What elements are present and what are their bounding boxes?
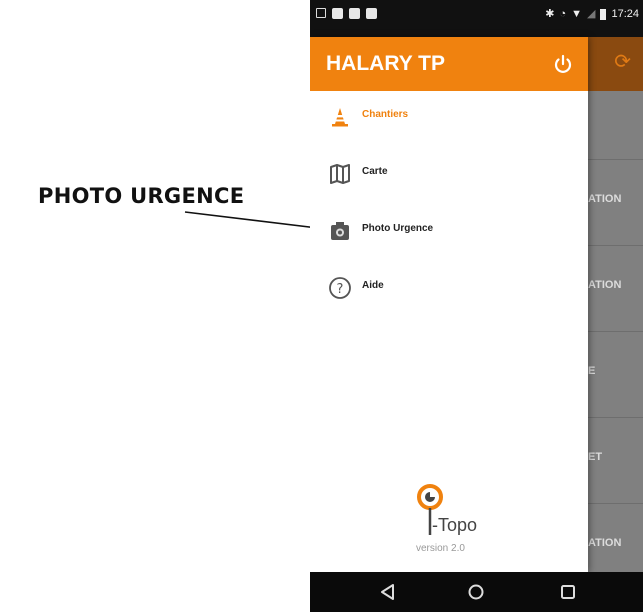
logo-name: i-Topo: [428, 515, 478, 535]
signal-icon: ◢: [587, 8, 596, 20]
menu-label-chantiers: Chantiers: [362, 109, 409, 120]
photo-icon: [349, 8, 360, 19]
logo-version: version 2.0: [416, 543, 465, 554]
alarm-icon: ◔: [559, 8, 567, 20]
home-icon[interactable]: [466, 582, 486, 602]
wifi-icon: ▼: [571, 8, 582, 20]
menu-label-carte: Carte: [362, 166, 388, 177]
drawer-title: HALARY TP: [326, 52, 446, 75]
help-icon: ?: [329, 277, 351, 299]
menu-item-carte[interactable]: Carte: [310, 152, 588, 196]
sync-icon[interactable]: ⟳: [614, 51, 631, 73]
menu-item-aide[interactable]: ? Aide: [310, 266, 588, 310]
menu-label-aide: Aide: [362, 280, 384, 291]
photo-icon: [332, 8, 343, 19]
battery-icon: [600, 8, 607, 20]
map-icon: [330, 164, 350, 184]
menu-item-photo-urgence[interactable]: Photo Urgence: [310, 209, 588, 253]
bluetooth-icon: ✱: [545, 8, 555, 20]
status-time: 17:24: [611, 8, 639, 20]
svg-text:?: ?: [337, 282, 344, 297]
navigation-drawer: HALARY TP Chantiers Carte Photo Urgence …: [310, 37, 588, 572]
traffic-cone-icon: [332, 108, 348, 127]
phone-screen: ✱ ◔ ▼ ◢ 17:24 ⟳ ATION ATION E ET ATION H…: [310, 0, 643, 612]
menu-label-photo-urgence: Photo Urgence: [362, 223, 434, 234]
power-icon[interactable]: [550, 51, 576, 77]
recents-icon[interactable]: [558, 582, 578, 602]
status-bar: ✱ ◔ ▼ ◢ 17:24: [310, 0, 643, 37]
gallery-icon: [316, 8, 326, 18]
menu-item-chantiers[interactable]: Chantiers: [310, 95, 588, 139]
back-icon[interactable]: [378, 582, 398, 602]
app-logo: i-Topo version 2.0: [400, 483, 510, 563]
system-nav-bar: [310, 572, 643, 612]
photo-icon: [366, 8, 377, 19]
camera-icon: [331, 222, 349, 240]
drawer-header: HALARY TP: [310, 37, 588, 91]
